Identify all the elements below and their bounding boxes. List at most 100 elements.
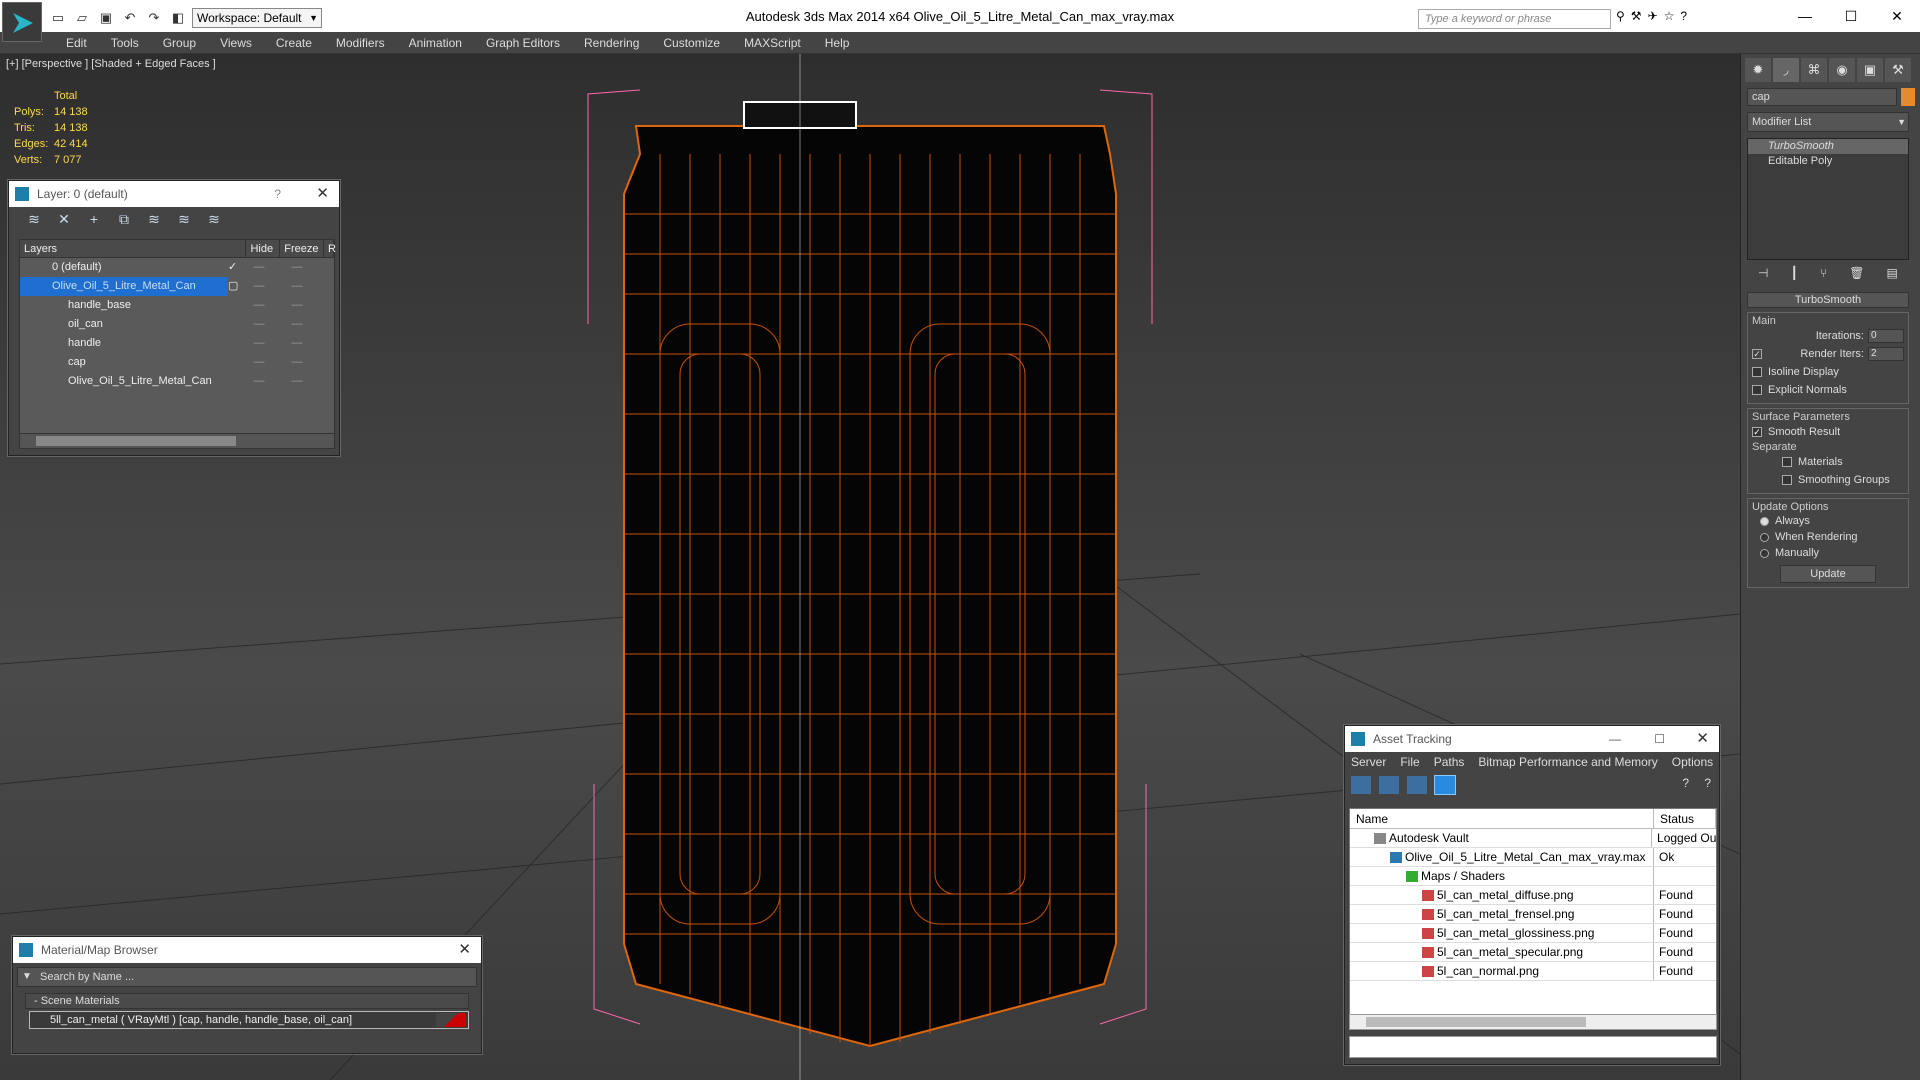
scrollbar-thumb[interactable] — [1366, 1017, 1586, 1027]
asset-menu-file[interactable]: File — [1400, 752, 1419, 772]
col-render[interactable]: R — [324, 240, 336, 257]
update-when-rendering-radio[interactable]: When Rendering — [1752, 529, 1904, 545]
update-manually-radio[interactable]: Manually — [1752, 545, 1904, 561]
hide-toggle[interactable]: — — [240, 296, 278, 315]
hide-toggle[interactable]: — — [240, 258, 278, 277]
configure-sets-icon[interactable]: ▤ — [1887, 266, 1898, 286]
help-icon[interactable]: ? — [1682, 776, 1689, 790]
menu-group[interactable]: Group — [151, 32, 208, 53]
asset-row[interactable]: 5l_can_normal.png Found — [1350, 962, 1716, 981]
layer-row[interactable]: 0 (default) ✓ — — — [20, 258, 334, 277]
stack-item-turbosmooth[interactable]: TurboSmooth — [1748, 139, 1908, 154]
asset-row[interactable]: 5l_can_metal_frensel.png Found — [1350, 905, 1716, 924]
minimize-icon[interactable]: — — [1609, 726, 1621, 752]
favorites-star-icon[interactable]: ☆ — [1664, 9, 1675, 23]
isoline-display-option[interactable]: Isoline Display — [1752, 363, 1904, 381]
app-menu-button[interactable] — [2, 2, 42, 42]
viewport-label[interactable]: [+] [Perspective ] [Shaded + Edged Faces… — [6, 58, 216, 70]
scene-materials-group[interactable]: - Scene Materials — [25, 993, 469, 1009]
object-color-swatch[interactable] — [1901, 88, 1915, 106]
freeze-toggle[interactable]: — — [278, 353, 316, 372]
asset-row[interactable]: Autodesk Vault Logged Ou — [1350, 829, 1716, 848]
col-hide[interactable]: Hide — [246, 240, 281, 257]
remove-modifier-icon[interactable]: 🗑 — [1849, 266, 1864, 286]
open-file-icon[interactable]: ▱ — [72, 8, 92, 28]
render-iters-checkbox[interactable]: ✓ — [1752, 349, 1762, 359]
hide-toggle[interactable]: — — [240, 372, 278, 391]
layer-object-row[interactable]: oil_can — — — [20, 315, 334, 334]
separate-materials-option[interactable]: Materials — [1752, 453, 1904, 471]
save-file-icon[interactable]: ▣ — [96, 8, 116, 28]
layer-row[interactable]: Olive_Oil_5_Litre_Metal_Can ▢ — — — [20, 277, 334, 296]
binoculars-icon[interactable]: ⚲ — [1616, 9, 1625, 23]
minimize-button[interactable]: — — [1782, 0, 1828, 32]
col-status[interactable]: Status — [1654, 809, 1716, 828]
menu-views[interactable]: Views — [208, 32, 264, 53]
col-freeze[interactable]: Freeze — [280, 240, 324, 257]
vault-help-icon[interactable]: ? — [1704, 776, 1711, 790]
layer-object-row[interactable]: Olive_Oil_5_Litre_Metal_Can — — — [20, 372, 334, 391]
layer-panel-titlebar[interactable]: Layer: 0 (default) ? ✕ — [9, 181, 339, 207]
project-folder-icon[interactable]: ◧ — [168, 8, 188, 28]
help-icon[interactable]: ? — [1680, 9, 1687, 23]
scrollbar-thumb[interactable] — [36, 436, 236, 446]
asset-panel-titlebar[interactable]: Asset Tracking — ☐ ✕ — [1345, 726, 1719, 752]
separate-smoothing-groups-option[interactable]: Smoothing Groups — [1752, 471, 1904, 489]
menu-tools[interactable]: Tools — [99, 32, 151, 53]
freeze-toggle[interactable]: — — [278, 277, 316, 296]
col-name[interactable]: Name — [1350, 809, 1654, 828]
material-panel-titlebar[interactable]: Material/Map Browser ✕ — [13, 937, 481, 963]
menu-create[interactable]: Create — [264, 32, 324, 53]
close-icon[interactable]: ✕ — [316, 181, 329, 207]
material-item[interactable]: 5ll_can_metal ( VRayMtl ) [cap, handle, … — [29, 1011, 469, 1029]
freeze-toggle[interactable]: — — [278, 334, 316, 353]
horizontal-scrollbar[interactable] — [1349, 1014, 1717, 1030]
asset-menu-server[interactable]: Server — [1351, 752, 1386, 772]
menu-animation[interactable]: Animation — [397, 32, 474, 53]
asset-row[interactable]: 5l_can_metal_glossiness.png Found — [1350, 924, 1716, 943]
menu-rendering[interactable]: Rendering — [572, 32, 651, 53]
update-always-radio[interactable]: Always — [1752, 513, 1904, 529]
utilities-tab-icon[interactable]: ⚒ — [1885, 58, 1911, 82]
pin-stack-icon[interactable]: ⊣ — [1758, 266, 1768, 286]
hide-toggle[interactable]: — — [240, 277, 278, 296]
delete-layer-icon[interactable]: ✕ — [53, 211, 75, 231]
layer-object-row[interactable]: handle_base — — — [20, 296, 334, 315]
asset-row[interactable]: 5l_can_metal_diffuse.png Found — [1350, 886, 1716, 905]
menu-help[interactable]: Help — [813, 32, 862, 53]
hierarchy-tab-icon[interactable]: ⌘ — [1801, 58, 1827, 82]
modifier-list-dropdown[interactable]: Modifier List ▼ — [1747, 112, 1909, 132]
create-layer-icon[interactable]: ≋ — [23, 211, 45, 231]
menu-modifiers[interactable]: Modifiers — [324, 32, 397, 53]
radio[interactable] — [1760, 548, 1769, 558]
radio[interactable] — [1760, 516, 1769, 526]
asset-menu-paths[interactable]: Paths — [1434, 752, 1465, 772]
help-icon[interactable]: ? — [274, 181, 281, 207]
hide-toggle[interactable]: — — [240, 353, 278, 372]
horizontal-scrollbar[interactable] — [19, 433, 335, 449]
checkbox[interactable] — [1782, 475, 1792, 485]
show-end-result-icon[interactable]: ┃ — [1791, 266, 1798, 286]
update-button[interactable]: Update — [1780, 565, 1876, 583]
chevron-down-icon[interactable]: ▼ — [22, 968, 32, 986]
asset-row[interactable]: Olive_Oil_5_Litre_Metal_Can_max_vray.max… — [1350, 848, 1716, 867]
asset-path-field[interactable] — [1349, 1036, 1717, 1058]
asset-menu-options[interactable]: Options — [1672, 752, 1713, 772]
display-tab-icon[interactable]: ▣ — [1857, 58, 1883, 82]
table-view-icon[interactable] — [1434, 775, 1456, 795]
list-view-icon[interactable] — [1379, 776, 1399, 794]
hide-toggle[interactable]: — — [240, 334, 278, 353]
select-in-layer-icon[interactable]: ⧉ — [113, 211, 135, 231]
asset-row[interactable]: Maps / Shaders — [1350, 867, 1716, 886]
make-unique-icon[interactable]: ⑂ — [1820, 266, 1827, 286]
motion-tab-icon[interactable]: ◉ — [1829, 58, 1855, 82]
menu-graph-editors[interactable]: Graph Editors — [474, 32, 572, 53]
search-input[interactable]: Type a keyword or phrase — [1418, 9, 1611, 29]
stack-item-editable-poly[interactable]: Editable Poly — [1748, 154, 1908, 169]
explicit-normals-option[interactable]: Explicit Normals — [1752, 381, 1904, 399]
menu-customize[interactable]: Customize — [651, 32, 732, 53]
freeze-toggle[interactable]: — — [278, 372, 316, 391]
highlight-layer-icon[interactable]: ≋ — [143, 211, 165, 231]
menu-maxscript[interactable]: MAXScript — [732, 32, 813, 53]
rollout-header[interactable]: TurboSmooth — [1747, 292, 1909, 308]
